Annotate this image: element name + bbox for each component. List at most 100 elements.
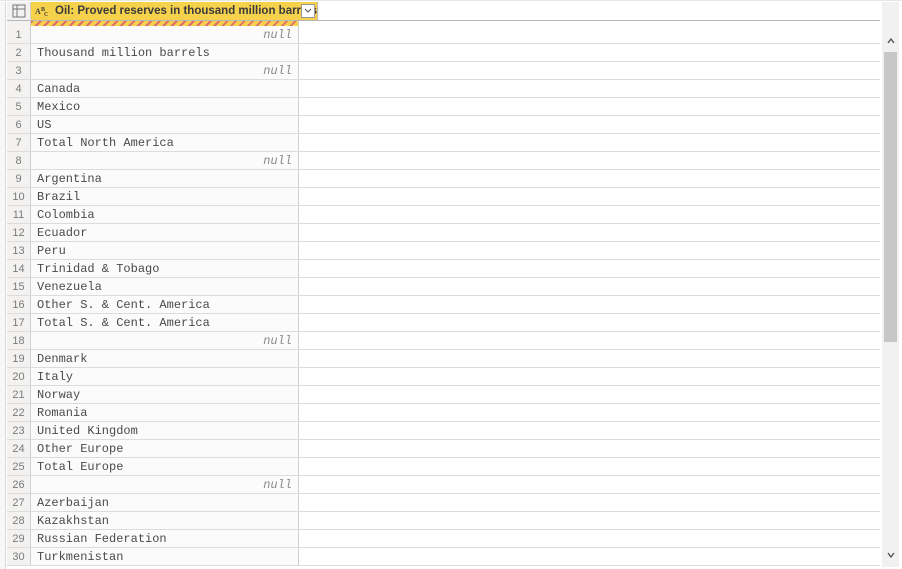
cell-value[interactable]: Peru [31,242,299,259]
cell-value[interactable]: Total North America [31,134,299,151]
cell-value[interactable]: null [31,26,299,43]
row-number[interactable]: 16 [7,296,31,313]
scroll-thumb[interactable] [884,52,897,342]
table-row[interactable]: 4Canada [7,80,880,98]
row-number[interactable]: 3 [7,62,31,79]
row-number[interactable]: 23 [7,422,31,439]
cell-value[interactable]: Thousand million barrels [31,44,299,61]
table-row[interactable]: 7Total North America [7,134,880,152]
cell-value[interactable]: Kazakhstan [31,512,299,529]
row-number[interactable]: 7 [7,134,31,151]
cell-value[interactable]: Argentina [31,170,299,187]
row-number[interactable]: 5 [7,98,31,115]
table-row[interactable]: 24Other Europe [7,440,880,458]
table-row[interactable]: 14Trinidad & Tobago [7,260,880,278]
row-number[interactable]: 30 [7,548,31,565]
table-row[interactable]: 18null [7,332,880,350]
row-number[interactable]: 2 [7,44,31,61]
cell-value[interactable]: Total S. & Cent. America [31,314,299,331]
cell-value[interactable]: Ecuador [31,224,299,241]
chevron-down-icon [886,550,896,560]
row-number[interactable]: 4 [7,80,31,97]
row-number[interactable]: 9 [7,170,31,187]
row-number[interactable]: 12 [7,224,31,241]
row-number[interactable]: 18 [7,332,31,349]
cell-value[interactable]: null [31,476,299,493]
table-row[interactable]: 26null [7,476,880,494]
cell-value[interactable]: Other S. & Cent. America [31,296,299,313]
cell-value[interactable]: Mexico [31,98,299,115]
cell-value[interactable]: Trinidad & Tobago [31,260,299,277]
row-number[interactable]: 14 [7,260,31,277]
table-row[interactable]: 21Norway [7,386,880,404]
table-row[interactable]: 19Denmark [7,350,880,368]
row-number[interactable]: 8 [7,152,31,169]
table-row[interactable]: 3null [7,62,880,80]
table-row[interactable]: 1null [7,26,880,44]
table-row[interactable]: 12Ecuador [7,224,880,242]
column-header[interactable]: A B C Oil: Proved reserves in thousand m… [31,2,318,20]
table-row[interactable]: 8null [7,152,880,170]
cell-value[interactable]: Turkmenistan [31,548,299,565]
row-number[interactable]: 6 [7,116,31,133]
row-number[interactable]: 21 [7,386,31,403]
table-row[interactable]: 11Colombia [7,206,880,224]
table-row[interactable]: 15Venezuela [7,278,880,296]
row-number[interactable]: 10 [7,188,31,205]
table-row[interactable]: 29Russian Federation [7,530,880,548]
cell-value[interactable]: Other Europe [31,440,299,457]
row-number[interactable]: 15 [7,278,31,295]
cell-value[interactable]: null [31,152,299,169]
scroll-down-button[interactable] [882,546,899,563]
table-row[interactable]: 28Kazakhstan [7,512,880,530]
cell-value[interactable]: Venezuela [31,278,299,295]
vertical-scrollbar[interactable] [882,2,899,567]
table-row[interactable]: 25Total Europe [7,458,880,476]
row-number[interactable]: 26 [7,476,31,493]
cell-value[interactable]: Italy [31,368,299,385]
row-number[interactable]: 29 [7,530,31,547]
cell-value[interactable]: Azerbaijan [31,494,299,511]
cell-value[interactable]: Colombia [31,206,299,223]
row-number[interactable]: 25 [7,458,31,475]
cell-value[interactable]: Total Europe [31,458,299,475]
select-all-corner[interactable] [7,2,31,20]
scroll-up-button[interactable] [882,32,899,49]
cell-value[interactable]: United Kingdom [31,422,299,439]
table-row[interactable]: 2Thousand million barrels [7,44,880,62]
column-filter-dropdown[interactable] [301,4,315,18]
row-number[interactable]: 24 [7,440,31,457]
row-number[interactable]: 22 [7,404,31,421]
table-row[interactable]: 17Total S. & Cent. America [7,314,880,332]
table-row[interactable]: 6US [7,116,880,134]
table-row[interactable]: 10Brazil [7,188,880,206]
table-row[interactable]: 27Azerbaijan [7,494,880,512]
cell-value[interactable]: Brazil [31,188,299,205]
row-number[interactable]: 13 [7,242,31,259]
table-icon [12,4,26,18]
data-grid[interactable]: A B C Oil: Proved reserves in thousand m… [7,2,880,567]
table-row[interactable]: 22Romania [7,404,880,422]
cell-value[interactable]: Canada [31,80,299,97]
row-number[interactable]: 27 [7,494,31,511]
row-number[interactable]: 11 [7,206,31,223]
cell-value[interactable]: Russian Federation [31,530,299,547]
cell-value[interactable]: Norway [31,386,299,403]
table-row[interactable]: 23United Kingdom [7,422,880,440]
row-number[interactable]: 1 [7,26,31,43]
table-row[interactable]: 5Mexico [7,98,880,116]
cell-value[interactable]: Denmark [31,350,299,367]
table-row[interactable]: 30Turkmenistan [7,548,880,566]
cell-value[interactable]: null [31,332,299,349]
table-row[interactable]: 13Peru [7,242,880,260]
cell-value[interactable]: null [31,62,299,79]
table-row[interactable]: 20Italy [7,368,880,386]
cell-value[interactable]: US [31,116,299,133]
row-number[interactable]: 28 [7,512,31,529]
table-row[interactable]: 16Other S. & Cent. America [7,296,880,314]
row-number[interactable]: 19 [7,350,31,367]
row-number[interactable]: 17 [7,314,31,331]
table-row[interactable]: 9Argentina [7,170,880,188]
cell-value[interactable]: Romania [31,404,299,421]
row-number[interactable]: 20 [7,368,31,385]
